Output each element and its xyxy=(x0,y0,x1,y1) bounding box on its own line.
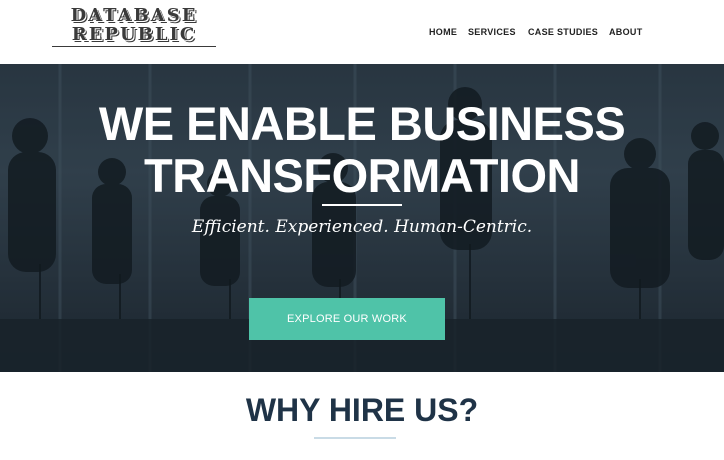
hero-title: WE ENABLE BUSINESS TRANSFORMATION xyxy=(0,98,724,202)
nav-services[interactable]: SERVICES xyxy=(468,27,516,37)
logo-line-2: REPUBLIC xyxy=(71,24,197,45)
hero-tagline: Efficient. Experienced. Human-Centric. xyxy=(191,217,533,237)
section-title-underline xyxy=(314,437,396,439)
nav-home[interactable]: HOME xyxy=(429,27,457,37)
hero-divider xyxy=(322,204,402,206)
logo-underline xyxy=(52,46,216,47)
nav-about[interactable]: ABOUT xyxy=(609,27,643,37)
logo-line-1: DATABASE xyxy=(70,5,198,26)
explore-our-work-button[interactable]: EXPLORE OUR WORK xyxy=(249,298,445,340)
site-header: DATABASE REPUBLIC HOME SERVICES CASE STU… xyxy=(0,0,724,64)
hero-title-line-2: TRANSFORMATION xyxy=(144,149,580,202)
hero-section: WE ENABLE BUSINESS TRANSFORMATION Effici… xyxy=(0,64,724,372)
nav-case-studies[interactable]: CASE STUDIES xyxy=(528,27,598,37)
section-title: WHY HIRE US? xyxy=(245,392,479,428)
hero-title-line-1: WE ENABLE BUSINESS xyxy=(98,97,626,150)
site-logo[interactable]: DATABASE REPUBLIC xyxy=(52,6,216,50)
